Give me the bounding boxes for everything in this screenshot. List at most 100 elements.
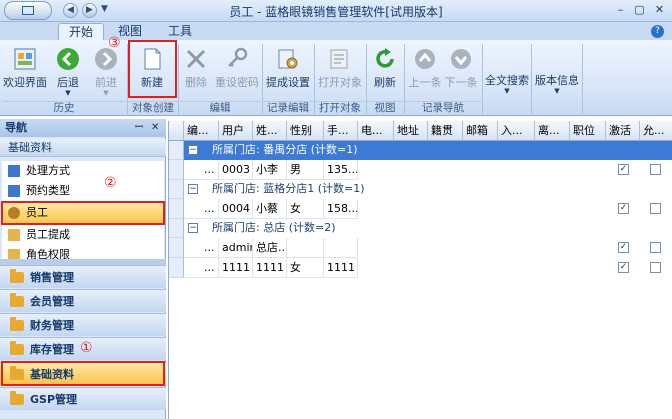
- open-object-icon: [330, 49, 348, 69]
- collapse-toggle-icon[interactable]: −: [188, 223, 198, 233]
- nav-button-gsp[interactable]: GSP管理: [0, 387, 166, 410]
- row-indicator[interactable]: [169, 160, 184, 180]
- column-header-tel[interactable]: 电...: [358, 121, 394, 141]
- cell-name[interactable]: 1111: [253, 258, 287, 278]
- allow-checkbox[interactable]: [650, 203, 661, 214]
- cell-user[interactable]: admin: [219, 238, 253, 258]
- cell-phone[interactable]: 1111: [324, 258, 358, 278]
- collapse-toggle-icon[interactable]: −: [188, 184, 198, 194]
- cell-name[interactable]: 总店...: [253, 238, 287, 258]
- cell-gender[interactable]: 女: [287, 199, 324, 219]
- cell-code[interactable]: ...: [184, 258, 219, 278]
- annotation-3: ③: [108, 35, 121, 51]
- nav-button-label: 库存管理: [30, 343, 74, 356]
- column-header-gender[interactable]: 性别: [287, 121, 324, 141]
- prev-record-button[interactable]: 上一条: [407, 44, 443, 96]
- forward-button[interactable]: 前进 ▼: [88, 44, 124, 97]
- row-indicator[interactable]: [169, 180, 184, 199]
- nav-button-sales[interactable]: 销售管理: [0, 265, 166, 288]
- row-indicator[interactable]: [169, 258, 184, 278]
- nav-button-members[interactable]: 会员管理: [0, 289, 166, 312]
- cell-name[interactable]: 小李: [253, 160, 287, 180]
- group-row-head-office[interactable]: − 所属门店: 总店 (计数=2): [184, 219, 672, 238]
- group-row-panyu[interactable]: − 所属门店: 番禺分店 (计数=1): [184, 141, 672, 160]
- cell-user[interactable]: 0003: [219, 160, 253, 180]
- nav-button-finance[interactable]: 财务管理: [0, 313, 166, 336]
- column-header-join-date[interactable]: 入...: [498, 121, 535, 141]
- row-indicator[interactable]: [169, 199, 184, 219]
- minimize-icon[interactable]: –: [612, 2, 629, 18]
- pin-icon[interactable]: ꟷ: [135, 119, 143, 137]
- down-arrow-icon: [451, 49, 471, 69]
- window-title: 员工 - 蓝格眼镜销售管理软件[试用版本]: [229, 5, 443, 19]
- column-header-address[interactable]: 地址: [394, 121, 428, 141]
- close-pane-icon[interactable]: ✕: [151, 119, 159, 137]
- column-header-active[interactable]: 激活: [606, 121, 640, 141]
- collapse-toggle-icon[interactable]: −: [188, 145, 198, 155]
- open-object-button[interactable]: 打开对象: [317, 44, 363, 96]
- cell-gender[interactable]: 女: [287, 258, 324, 278]
- cell-name[interactable]: 小蔡: [253, 199, 287, 219]
- tab-start[interactable]: 开始: [58, 23, 105, 40]
- nav-item-employee-commission[interactable]: 员工提成: [2, 225, 164, 245]
- active-checkbox[interactable]: ✓: [618, 203, 629, 214]
- cell-code[interactable]: ...: [184, 199, 219, 219]
- column-header-origin[interactable]: 籍贯: [428, 121, 463, 141]
- group-divider: [582, 44, 583, 114]
- row-indicator[interactable]: [169, 219, 184, 238]
- cell-gender[interactable]: [287, 238, 324, 258]
- up-arrow-icon: [415, 49, 435, 69]
- fulltext-search-button[interactable]: 全文搜索 ▼: [484, 72, 530, 98]
- group-row-lange-1[interactable]: − 所属门店: 蓝格分店1 (计数=1): [184, 180, 672, 199]
- commission-settings-button[interactable]: 提成设置: [265, 44, 311, 96]
- group-label: 所属门店: 番禺分店 (计数=1): [212, 143, 358, 156]
- nav-item-role-permissions[interactable]: 角色权限: [2, 245, 164, 259]
- cell-gender[interactable]: 男: [287, 160, 324, 180]
- next-record-button[interactable]: 下一条: [443, 44, 479, 96]
- ribbon-tabs: 开始 视图 工具 ?: [0, 22, 672, 40]
- column-header-phone[interactable]: 手...: [324, 121, 358, 141]
- active-checkbox[interactable]: ✓: [618, 164, 629, 175]
- allow-checkbox[interactable]: [650, 262, 661, 273]
- maximize-icon[interactable]: ▢: [631, 2, 648, 18]
- row-indicator[interactable]: [169, 238, 184, 258]
- delete-button[interactable]: 删除: [181, 44, 211, 96]
- refresh-button[interactable]: 刷新: [369, 44, 401, 96]
- nav-item-appointment-type[interactable]: 预约类型: [2, 181, 164, 201]
- tab-tools[interactable]: 工具: [158, 23, 202, 40]
- column-header-user[interactable]: 用户: [219, 121, 253, 141]
- folder-icon: [10, 317, 24, 331]
- cell-user[interactable]: 0004: [219, 199, 253, 219]
- column-header-allow[interactable]: 允...: [640, 121, 672, 141]
- column-header-name[interactable]: 姓...: [253, 121, 287, 141]
- allow-checkbox[interactable]: [650, 242, 661, 253]
- allow-checkbox[interactable]: [650, 164, 661, 175]
- back-button[interactable]: 后退 ▼: [50, 44, 86, 97]
- column-header-position[interactable]: 职位: [570, 121, 606, 141]
- cell-user[interactable]: 1111: [219, 258, 253, 278]
- help-icon[interactable]: ?: [651, 25, 664, 38]
- nav-section-header[interactable]: 基础资料: [0, 139, 166, 157]
- active-checkbox[interactable]: ✓: [618, 262, 629, 273]
- row-indicator[interactable]: [169, 141, 184, 160]
- nav-button-label: 销售管理: [30, 271, 74, 284]
- cell-code[interactable]: ...: [184, 160, 219, 180]
- nav-item-process-method[interactable]: 处理方式: [2, 161, 164, 181]
- group-label: 所属门店: 蓝格分店1 (计数=1): [212, 182, 365, 195]
- cell-phone[interactable]: 158...: [324, 199, 358, 219]
- column-header-leave-date[interactable]: 离...: [535, 121, 570, 141]
- column-header-email[interactable]: 邮箱: [463, 121, 498, 141]
- cell-phone[interactable]: [324, 238, 358, 258]
- nav-title: 导航 ꟷ ✕: [0, 119, 166, 137]
- reset-password-button[interactable]: 重设密码: [214, 44, 260, 96]
- version-info-button[interactable]: 版本信息 ▼: [534, 72, 580, 98]
- key-icon: [228, 47, 248, 67]
- nav-item-label: 处理方式: [26, 164, 70, 177]
- cell-code[interactable]: ...: [184, 238, 219, 258]
- welcome-button[interactable]: 欢迎界面: [3, 44, 47, 96]
- column-header-code[interactable]: 编...: [184, 121, 219, 141]
- active-checkbox[interactable]: ✓: [618, 242, 629, 253]
- close-icon[interactable]: ✕: [651, 2, 668, 18]
- cell-phone[interactable]: 135...: [324, 160, 358, 180]
- nav-button-label: 会员管理: [30, 295, 74, 308]
